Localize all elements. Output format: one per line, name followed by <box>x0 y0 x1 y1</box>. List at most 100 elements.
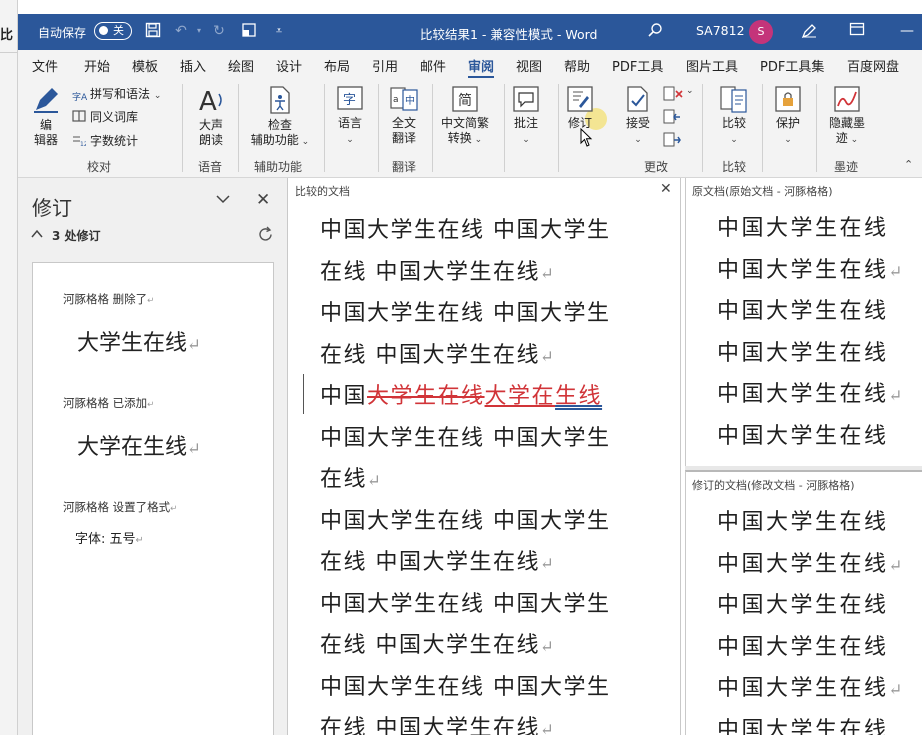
svg-text:字: 字 <box>343 93 356 108</box>
accessibility-icon <box>270 86 290 114</box>
tab-review[interactable]: 审阅 <box>468 56 495 79</box>
chevron-up-icon[interactable] <box>30 228 44 240</box>
tab-draw[interactable]: 绘图 <box>228 56 254 75</box>
document-line: 中国大学生在线↵ <box>717 676 905 701</box>
tab-layout[interactable]: 布局 <box>324 56 350 75</box>
document-line: 在线 中国大学生在线↵ <box>320 550 556 575</box>
deleted-text[interactable]: 大学生在线 <box>367 384 485 409</box>
inserted-text[interactable]: 大学在 <box>485 384 556 409</box>
document-line: 中国大学生在线 中国大学生 <box>320 508 611 534</box>
tab-mailings[interactable]: 邮件 <box>420 56 446 75</box>
tab-view[interactable]: 视图 <box>516 56 542 75</box>
refresh-icon[interactable] <box>257 226 274 243</box>
tab-baidu-netdisk[interactable]: 百度网盘 <box>847 56 899 75</box>
minimize-icon[interactable]: — <box>898 22 916 40</box>
tab-pdf-tools[interactable]: PDF工具 <box>612 56 663 75</box>
tab-pdf-toolset[interactable]: PDF工具集 <box>760 56 824 75</box>
next-change-icon[interactable] <box>663 132 681 152</box>
revised-document-pane: 修订的文档(修改文档 - 河豚格格) 中国大学生在线 中国大学生在线↵ 中国大学… <box>685 470 922 735</box>
accept-button[interactable]: 接受 ⌄ <box>618 84 658 148</box>
collapse-ribbon-icon[interactable]: ⌃ <box>904 158 913 171</box>
group-translate-label: 翻译 <box>392 160 417 174</box>
chinese-conversion-button[interactable]: 简 中文简繁 转换 ⌄ <box>436 84 494 148</box>
protect-button[interactable]: 保护 ⌄ <box>770 84 806 148</box>
compare-icon <box>720 86 747 113</box>
revision-detail[interactable]: 字体: 五号↵ <box>75 528 144 547</box>
editor-label: 编 辑器 <box>33 118 58 147</box>
editor-button[interactable]: 编 辑器 <box>28 84 64 148</box>
tab-help[interactable]: 帮助 <box>564 56 590 75</box>
document-line: 中国大学生在线 中国大学生 <box>320 218 611 243</box>
document-line: 在线 中国大学生在线↵ <box>320 259 556 285</box>
read-aloud-button[interactable]: A 大声 朗读 <box>191 84 231 148</box>
spelling-label: 拼写和语法 <box>90 87 151 101</box>
revision-text[interactable]: 大学生在线↵ <box>77 325 201 357</box>
document-body[interactable]: 中国大学生在线 中国大学生在线↵ 中国大学生在线 中国大学生在线 中国大学生在线… <box>717 502 905 735</box>
search-icon[interactable] <box>646 22 664 40</box>
check-accessibility-button[interactable]: 检查 辅助功能 ⌄ <box>246 84 314 150</box>
customize-quick-access-icon[interactable]: ⩡ <box>270 22 288 40</box>
chinese-conversion-icon: 简 <box>452 86 478 112</box>
tab-insert[interactable]: 插入 <box>180 56 206 75</box>
chevron-down-icon[interactable]: ⌄ <box>686 86 694 96</box>
svg-text:A: A <box>199 87 217 116</box>
track-changes-button[interactable]: 修订 <box>562 84 598 131</box>
save-icon[interactable] <box>144 22 162 40</box>
tab-home[interactable]: 开始 <box>84 56 110 75</box>
document-line: 中国大学生在线↵ <box>717 257 905 283</box>
title-bar: 自动保存 关 ↶ ▾ ↻ ⩡ 比较结果1 - 兼容性模式 - Word SA78… <box>18 14 922 50</box>
full-text-translate-button[interactable]: a中 全文 翻译 <box>384 84 424 146</box>
tab-picture-tools[interactable]: 图片工具 <box>686 56 738 75</box>
revision-meta[interactable]: 河豚格格 删除了↵ <box>63 291 154 307</box>
thesaurus-button[interactable]: 同义词库 <box>72 109 138 125</box>
document-body[interactable]: 中国大学生在线 中国大学生在线↵ 中国大学生在线 中国大学生在线 中国大学生在线… <box>717 208 905 457</box>
revision-list: 河豚格格 删除了↵ 大学生在线↵ 河豚格格 已添加↵ 大学在生线↵ 河豚格格 设… <box>32 262 274 735</box>
pen-icon[interactable] <box>800 22 818 40</box>
undo-icon[interactable]: ↶ <box>172 22 190 40</box>
spelling-grammar-button[interactable]: 字A 拼写和语法 ⌄ <box>72 86 161 104</box>
word-count-button[interactable]: 123 字数统计 <box>72 133 138 149</box>
chevron-down-icon: ⌄ <box>153 91 162 101</box>
accessibility-label: 检查 辅助功能 <box>250 118 299 147</box>
close-icon[interactable]: ✕ <box>256 190 270 210</box>
autosave-label: 自动保存 <box>38 26 87 40</box>
touch-mode-icon[interactable] <box>240 22 258 40</box>
undo-dropdown-icon[interactable]: ▾ <box>190 22 208 40</box>
accept-icon <box>627 86 648 112</box>
hide-ink-button[interactable]: 隐藏墨 迹 ⌄ <box>824 84 870 148</box>
chevron-down-icon[interactable] <box>214 190 232 208</box>
tab-references[interactable]: 引用 <box>372 56 398 75</box>
tab-templates[interactable]: 模板 <box>132 56 158 75</box>
avatar[interactable]: S <box>749 20 773 44</box>
revision-meta[interactable]: 河豚格格 设置了格式↵ <box>63 499 177 515</box>
revision-meta[interactable]: 河豚格格 已添加↵ <box>63 395 154 411</box>
group-ink-label: 墨迹 <box>834 160 859 174</box>
tab-file[interactable]: 文件 <box>32 56 58 75</box>
comments-button[interactable]: 批注 ⌄ <box>508 84 544 148</box>
word-count-label: 字数统计 <box>90 134 139 148</box>
tab-design[interactable]: 设计 <box>276 56 302 75</box>
protect-label: 保护 <box>775 116 800 130</box>
compare-button[interactable]: 比较 ⌄ <box>716 84 752 148</box>
revision-text[interactable]: 大学在生线↵ <box>77 429 201 461</box>
group-speech-label: 语音 <box>198 160 223 174</box>
inserted-text[interactable]: 生线 <box>555 384 602 409</box>
autosave-toggle[interactable]: 关 <box>94 22 132 40</box>
language-button[interactable]: 字 语言 ⌄ <box>330 84 370 148</box>
background-window: 比 <box>0 0 18 735</box>
compared-document-pane: 比较的文档 ✕ 中国大学生在线 中国大学生 在线 中国大学生在线↵ 中国大学生在… <box>289 178 681 735</box>
reject-icon[interactable] <box>663 86 685 106</box>
group-proofing-label: 校对 <box>87 160 112 174</box>
spelling-icon: 字A <box>72 93 88 103</box>
hide-ink-icon <box>834 86 860 112</box>
user-name[interactable]: SA7812 <box>696 23 745 38</box>
document-body[interactable]: 中国大学生在线 中国大学生 在线 中国大学生在线↵ 中国大学生在线 中国大学生 … <box>320 210 611 735</box>
redo-icon[interactable]: ↻ <box>210 22 228 40</box>
close-icon[interactable]: ✕ <box>660 181 672 197</box>
group-changes-label: 更改 <box>644 160 669 174</box>
ribbon-display-options-icon[interactable] <box>848 22 866 40</box>
revisions-pane: 修订 ✕ 3 处修订 河豚格格 删除了↵ 大学生在线↵ 河豚格格 已添加↵ 大学… <box>18 178 288 735</box>
document-line: 中国大学生在线↵ <box>717 382 905 407</box>
previous-change-icon[interactable] <box>663 109 681 129</box>
comment-icon <box>513 86 539 112</box>
